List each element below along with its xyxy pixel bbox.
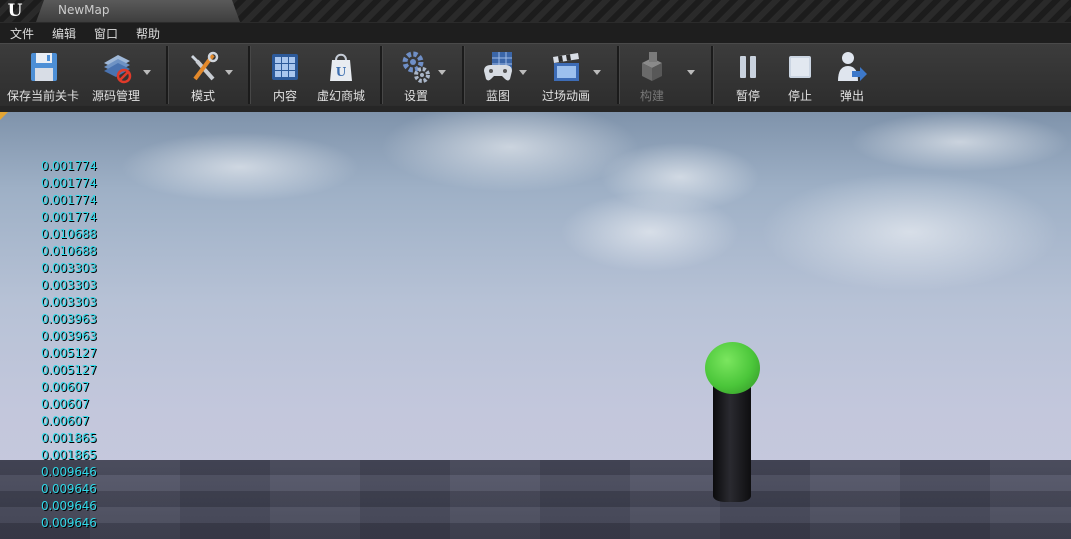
save-level-button[interactable]: 保存当前关卡: [4, 44, 82, 107]
blueprints-dropdown-icon[interactable]: [519, 70, 527, 75]
eject-button[interactable]: 弹出: [826, 44, 878, 107]
modes-tools-icon: [191, 51, 219, 81]
level-viewport[interactable]: 0.001774 0.001774 0.001774 0.001774 0.010688…: [0, 112, 1071, 539]
source-control-icon: [104, 55, 132, 84]
debug-value: 0.003303: [41, 278, 97, 292]
marketplace-bag-icon: U: [330, 53, 352, 81]
unreal-logo-icon[interactable]: U: [0, 0, 30, 22]
settings-label: 设置: [403, 89, 428, 103]
level-tab[interactable]: NewMap: [36, 0, 240, 22]
toolbar-separator: [380, 46, 383, 104]
stop-icon: [789, 56, 811, 78]
stop-label: 停止: [787, 89, 812, 103]
blueprints-label: 蓝图: [485, 89, 510, 103]
viewport-corner-marker: [0, 112, 8, 120]
debug-value: 0.001774: [41, 193, 97, 207]
checker-floor-shade: [0, 460, 1071, 539]
debug-value: 0.010688: [41, 227, 97, 241]
debug-value: 0.003963: [41, 312, 97, 326]
content-button[interactable]: 内容: [258, 44, 312, 107]
cinematics-clapper-icon: [553, 53, 579, 81]
build-cubes-icon: [642, 52, 662, 81]
debug-value: 0.00607: [41, 380, 90, 394]
title-bar: U NewMap: [0, 0, 1071, 22]
stop-button[interactable]: 停止: [774, 44, 826, 107]
content-grid-icon: [272, 54, 298, 80]
sky-cloud: [850, 112, 1070, 172]
marketplace-label: 虚幻商城: [316, 89, 365, 103]
toolbar-separator: [166, 46, 169, 104]
debug-value: 0.001774: [41, 210, 97, 224]
debug-value: 0.001774: [41, 176, 97, 190]
menu-bar: 文件 编辑 窗口 帮助: [0, 22, 1071, 44]
build-button[interactable]: 构建: [626, 44, 678, 107]
svg-text:U: U: [336, 65, 347, 79]
level-tab-label: NewMap: [58, 3, 110, 17]
modes-label: 模式: [190, 89, 215, 103]
source-control-dropdown-icon[interactable]: [143, 70, 151, 75]
debug-value: 0.003303: [41, 261, 97, 275]
modes-dropdown-icon[interactable]: [225, 70, 233, 75]
debug-value: 0.009646: [41, 516, 97, 530]
pause-label: 暂停: [735, 89, 760, 103]
source-control-label: 源码管理: [91, 89, 140, 103]
menu-edit[interactable]: 编辑: [52, 25, 76, 42]
cinematics-button[interactable]: 过场动画: [534, 44, 598, 107]
debug-value: 0.010688: [41, 244, 97, 258]
pause-icon: [740, 56, 756, 78]
sky-cloud: [120, 132, 360, 202]
content-label: 内容: [272, 89, 297, 103]
build-dropdown-icon[interactable]: [687, 70, 695, 75]
green-sphere-actor[interactable]: [705, 342, 760, 394]
cinematics-label: 过场动画: [541, 89, 590, 103]
menu-file[interactable]: 文件: [10, 25, 34, 42]
debug-value: 0.009646: [41, 499, 97, 513]
toolbar-separator: [462, 46, 465, 104]
save-level-label: 保存当前关卡: [6, 89, 79, 103]
main-toolbar: 保存当前关卡 源码管理 模式 内容 U 虚幻商城 设置 蓝图 过场动画 构建 暂…: [0, 43, 1071, 107]
debug-value: 0.00607: [41, 397, 90, 411]
debug-value: 0.009646: [41, 482, 97, 496]
debug-value: 0.005127: [41, 346, 97, 360]
marketplace-button[interactable]: U 虚幻商城: [312, 44, 370, 107]
toolbar-separator: [248, 46, 251, 104]
debug-value: 0.003963: [41, 329, 97, 343]
debug-value: 0.003303: [41, 295, 97, 309]
build-label: 构建: [639, 89, 664, 103]
debug-value-list: 0.001774 0.001774 0.001774 0.001774 0.010688…: [41, 158, 97, 532]
eject-label: 弹出: [839, 89, 864, 103]
settings-button[interactable]: 设置: [390, 44, 442, 107]
source-control-button[interactable]: 源码管理: [86, 44, 146, 107]
modes-button[interactable]: 模式: [175, 44, 231, 107]
settings-dropdown-icon[interactable]: [438, 70, 446, 75]
cinematics-dropdown-icon[interactable]: [593, 70, 601, 75]
debug-value: 0.001865: [41, 431, 97, 445]
blueprint-gamepad-icon: [484, 52, 512, 81]
menu-window[interactable]: 窗口: [94, 25, 118, 42]
black-cylinder-actor[interactable]: [713, 380, 751, 502]
menu-help[interactable]: 帮助: [136, 25, 160, 42]
sky-cloud: [560, 192, 740, 272]
debug-value: 0.001865: [41, 448, 97, 462]
pause-button[interactable]: 暂停: [722, 44, 774, 107]
floppy-save-icon: [31, 53, 57, 81]
blueprints-button[interactable]: 蓝图: [472, 44, 524, 107]
settings-gears-icon: [402, 51, 430, 83]
debug-value: 0.009646: [41, 465, 97, 479]
debug-value: 0.00607: [41, 414, 90, 428]
eject-person-icon: [838, 52, 867, 81]
debug-value: 0.005127: [41, 363, 97, 377]
sky-cloud: [760, 172, 1060, 292]
toolbar-separator: [617, 46, 620, 104]
debug-value: 0.001774: [41, 159, 97, 173]
toolbar-separator: [711, 46, 714, 104]
